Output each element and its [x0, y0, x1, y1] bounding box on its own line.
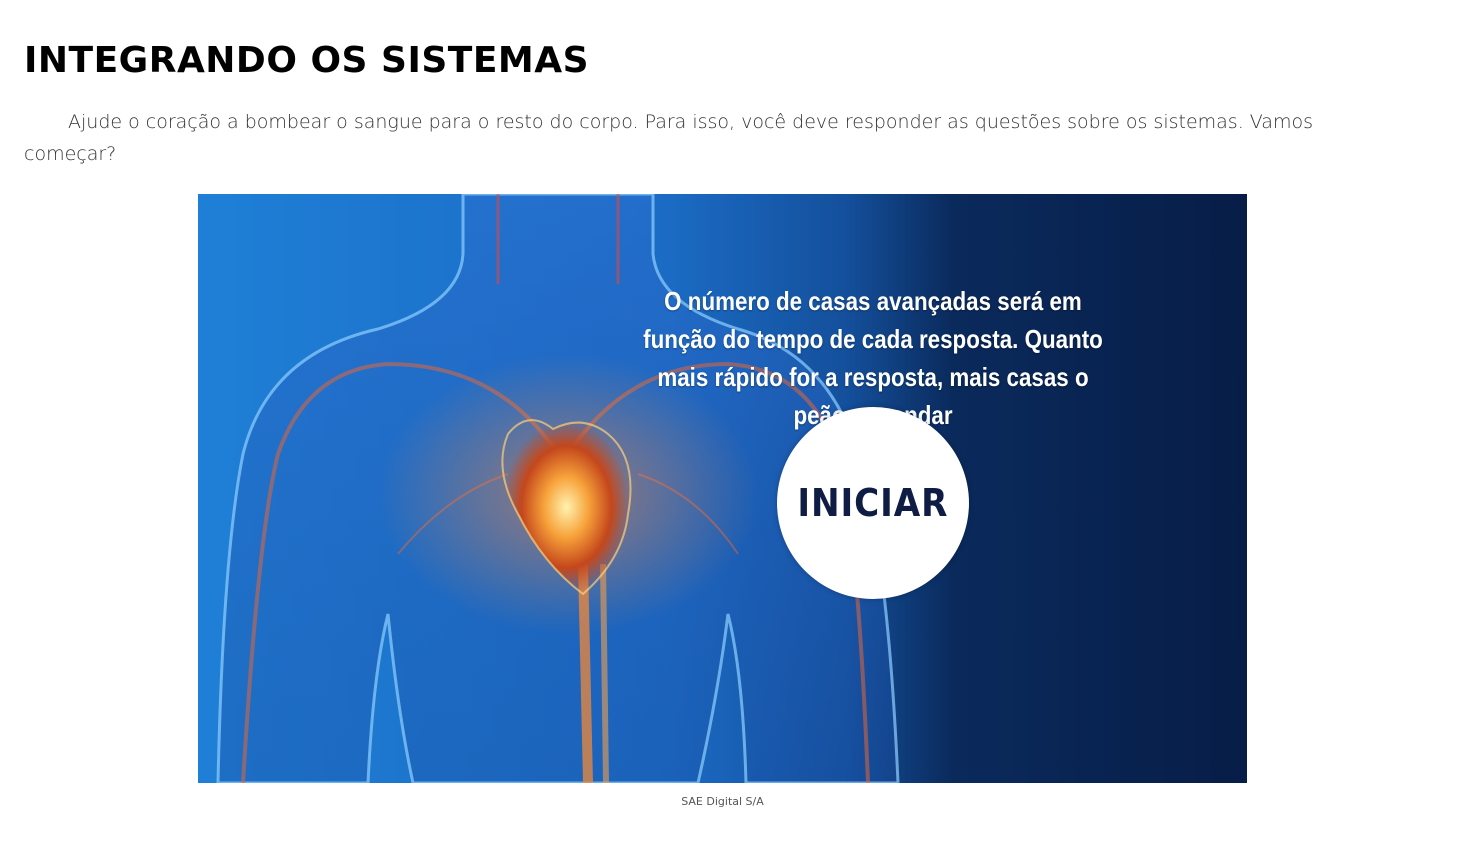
- start-button[interactable]: INICIAR: [777, 407, 969, 599]
- page-title: INTEGRANDO OS SISTEMAS: [24, 40, 590, 81]
- game-frame: O número de casas avançadas será em funç…: [198, 194, 1247, 783]
- intro-paragraph: Ajude o coração a bombear o sangue para …: [24, 111, 1313, 165]
- image-credit: SAE Digital S/A: [681, 795, 764, 808]
- start-button-label: INICIAR: [797, 481, 949, 525]
